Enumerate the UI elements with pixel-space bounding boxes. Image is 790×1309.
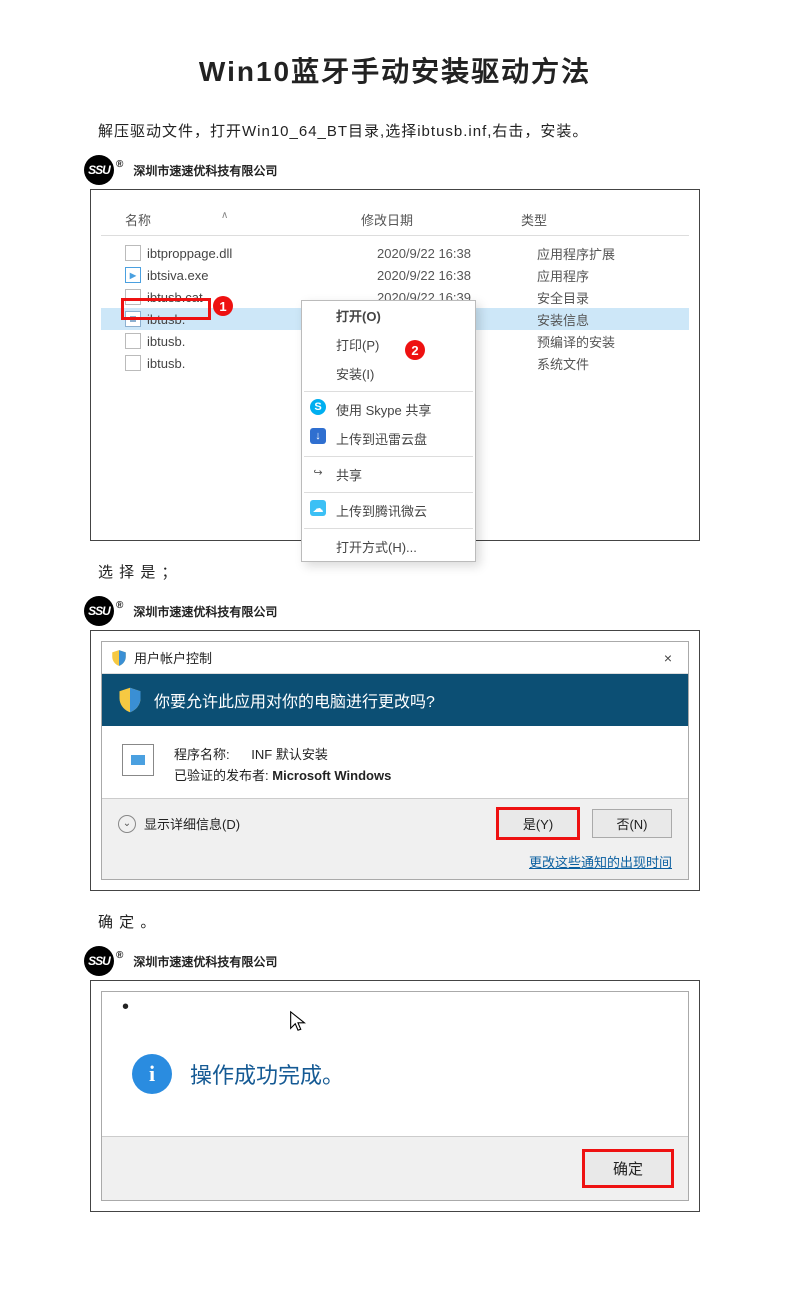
uac-banner-text: 你要允许此应用对你的电脑进行更改吗? — [154, 688, 435, 712]
uac-banner: 你要允许此应用对你的电脑进行更改吗? — [102, 674, 688, 726]
shield-large-icon — [116, 686, 144, 714]
exe-file-icon: ▶ — [125, 267, 141, 283]
close-button[interactable]: × — [656, 650, 680, 666]
dll-file-icon — [125, 245, 141, 261]
uac-info: 程序名称: INF 默认安装 已验证的发布者: Microsoft Window… — [174, 744, 391, 786]
uac-footer: ⌄ 显示详细信息(D) 是(Y) 否(N) 更改这些通知的出现时间 — [102, 798, 688, 879]
file-row[interactable]: ibtproppage.dll 2020/9/22 16:38 应用程序扩展 — [101, 242, 689, 264]
menu-share[interactable]: ↪ 共享 — [302, 460, 475, 489]
success-dialog: • i 操作成功完成。 确定 — [101, 991, 689, 1201]
inf-file-icon — [125, 311, 141, 327]
publisher-name: Microsoft Windows — [272, 768, 391, 783]
context-menu: 打开(O) 打印(P) 安装(I) S 使用 Skype 共享 ↓ 上传到迅雷云… — [301, 300, 476, 562]
explorer-window: 名称 ∧ 修改日期 类型 ibtproppage.dll 2020/9/22 1… — [101, 200, 689, 530]
uac-titlebar: 用户帐户控制 × — [102, 642, 688, 674]
mouse-cursor-icon — [287, 1010, 309, 1032]
page-title: Win10蓝牙手动安装驱动方法 — [90, 50, 700, 90]
chevron-down-icon[interactable]: ⌄ — [118, 815, 136, 833]
change-notification-link[interactable]: 更改这些通知的出现时间 — [118, 852, 672, 871]
menu-open[interactable]: 打开(O) — [302, 301, 475, 330]
yes-button[interactable]: 是(Y) — [498, 809, 578, 838]
figure-1-frame: 名称 ∧ 修改日期 类型 ibtproppage.dll 2020/9/22 1… — [90, 189, 700, 541]
xunlei-icon: ↓ — [310, 428, 326, 444]
menu-weiyun-upload[interactable]: ☁ 上传到腾讯微云 — [302, 496, 475, 525]
menu-separator — [304, 528, 473, 529]
ok-button[interactable]: 确定 — [584, 1151, 672, 1186]
watermark: SSU ® 深圳市速速优科技有限公司 — [84, 155, 700, 185]
registered-icon: ® — [116, 159, 123, 170]
file-icon — [125, 333, 141, 349]
menu-separator — [304, 391, 473, 392]
registered-icon: ® — [116, 600, 123, 611]
step-3-text: 确 定 。 — [98, 911, 700, 932]
callout-marker-1: 1 — [213, 296, 233, 316]
shield-icon — [110, 649, 128, 667]
program-name: INF 默认安装 — [251, 747, 328, 762]
company-name: 深圳市速速优科技有限公司 — [133, 162, 277, 179]
share-icon: ↪ — [310, 464, 326, 480]
ssu-logo-icon: SSU — [84, 596, 114, 626]
menu-install[interactable]: 安装(I) — [302, 359, 475, 388]
label-publisher: 已验证的发布者: — [174, 768, 269, 783]
uac-title-text: 用户帐户控制 — [134, 648, 656, 667]
no-button[interactable]: 否(N) — [592, 809, 672, 838]
app-icon — [122, 744, 154, 776]
file-icon — [125, 355, 141, 371]
step-2-text: 选 择 是 ； — [98, 561, 700, 582]
intro-text: 解压驱动文件，打开Win10_64_BT目录,选择ibtusb.inf,右击，安… — [98, 120, 700, 141]
file-row[interactable]: ▶ ibtsiva.exe 2020/9/22 16:38 应用程序 — [101, 264, 689, 286]
menu-xunlei-upload[interactable]: ↓ 上传到迅雷云盘 — [302, 424, 475, 453]
label-program: 程序名称: — [174, 747, 230, 762]
menu-skype-share[interactable]: S 使用 Skype 共享 — [302, 395, 475, 424]
callout-marker-2: 2 — [405, 340, 425, 360]
figure-2-frame: 用户帐户控制 × 你要允许此应用对你的电脑进行更改吗? 程序名称: INF 默认… — [90, 630, 700, 891]
skype-icon: S — [310, 399, 326, 415]
registered-icon: ® — [116, 950, 123, 961]
weiyun-icon: ☁ — [310, 500, 326, 516]
ssu-logo-icon: SSU — [84, 946, 114, 976]
explorer-columns: 名称 ∧ 修改日期 类型 — [101, 206, 689, 236]
cat-file-icon — [125, 289, 141, 305]
success-message: 操作成功完成。 — [190, 1058, 344, 1090]
menu-print[interactable]: 打印(P) — [302, 330, 475, 359]
menu-open-with[interactable]: 打开方式(H)... — [302, 532, 475, 561]
col-name[interactable]: 名称 ∧ — [101, 210, 361, 229]
col-date[interactable]: 修改日期 — [361, 210, 521, 229]
ssu-logo-icon: SSU — [84, 155, 114, 185]
watermark: SSU ® 深圳市速速优科技有限公司 — [84, 946, 700, 976]
bullet-icon: • — [122, 996, 129, 1019]
col-type[interactable]: 类型 — [521, 210, 689, 229]
company-name: 深圳市速速优科技有限公司 — [133, 953, 277, 970]
sort-indicator-icon: ∧ — [221, 210, 228, 221]
figure-3-frame: • i 操作成功完成。 确定 — [90, 980, 700, 1212]
menu-separator — [304, 456, 473, 457]
menu-separator — [304, 492, 473, 493]
info-icon: i — [132, 1054, 172, 1094]
company-name: 深圳市速速优科技有限公司 — [133, 603, 277, 620]
uac-dialog: 用户帐户控制 × 你要允许此应用对你的电脑进行更改吗? 程序名称: INF 默认… — [101, 641, 689, 880]
show-details-link[interactable]: 显示详细信息(D) — [144, 814, 240, 833]
watermark: SSU ® 深圳市速速优科技有限公司 — [84, 596, 700, 626]
